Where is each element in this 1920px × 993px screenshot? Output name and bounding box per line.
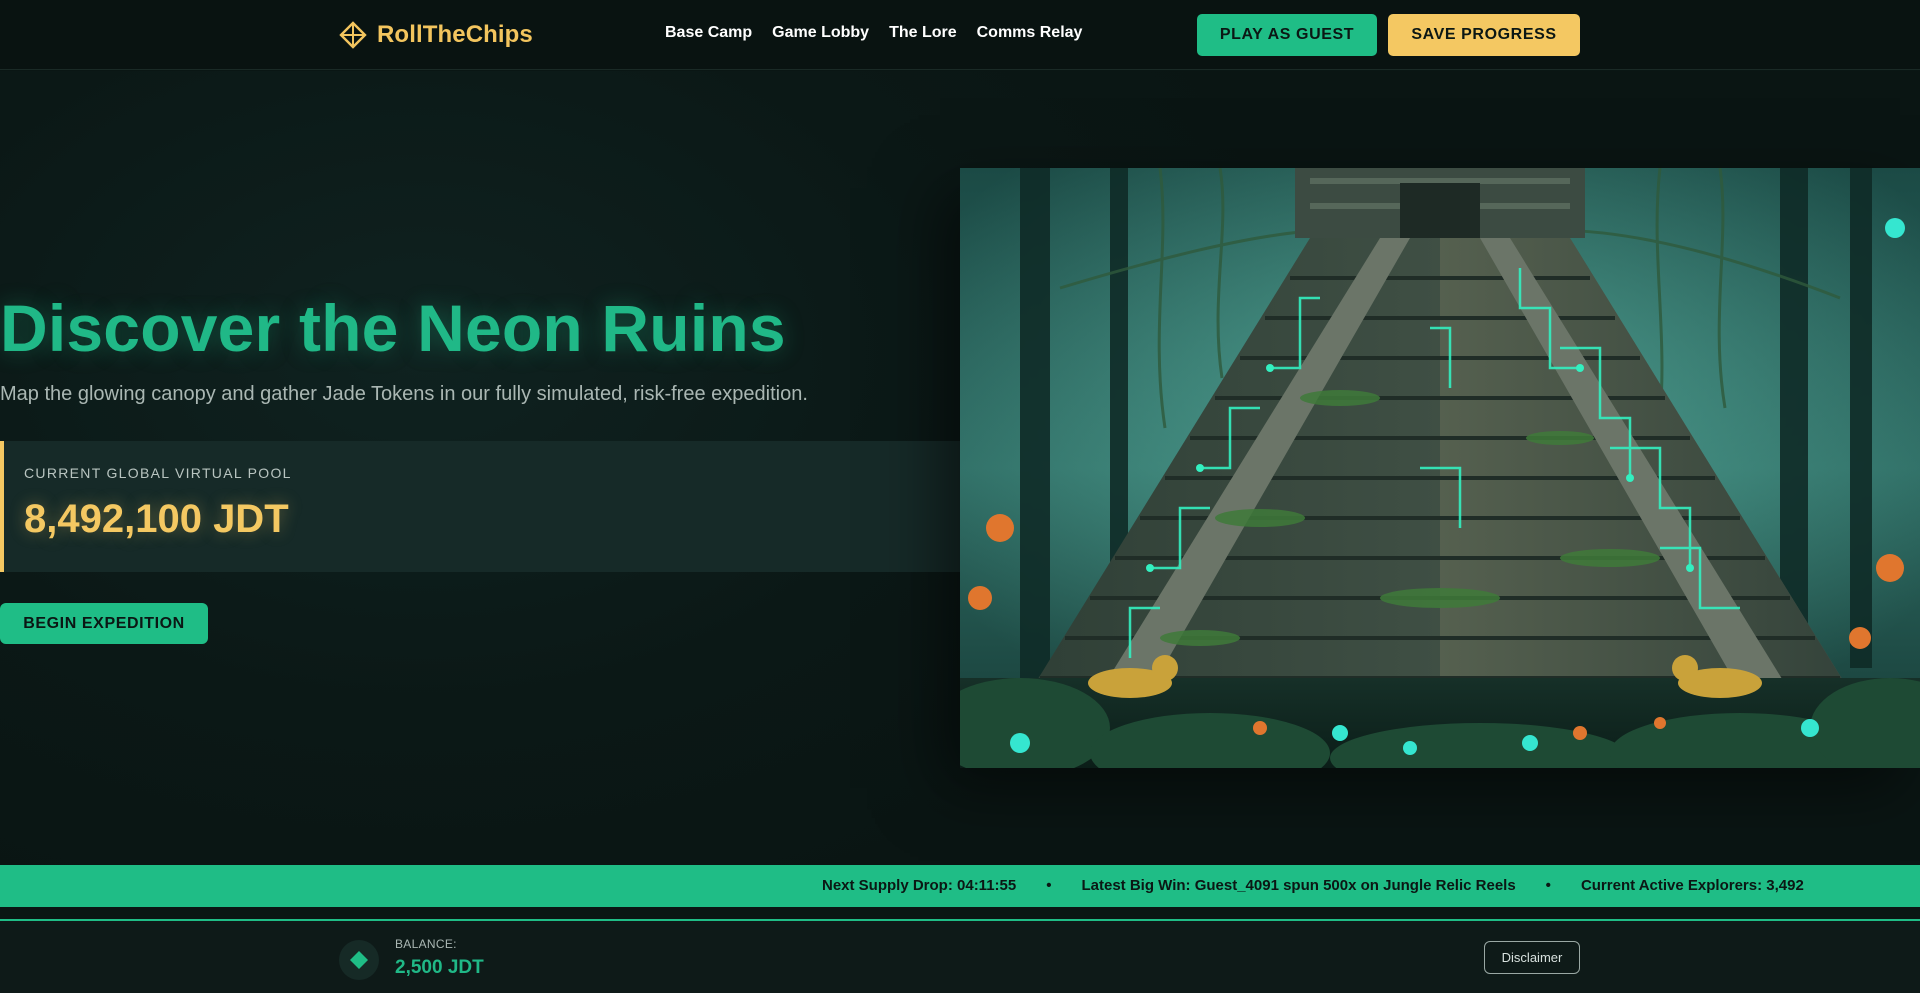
- main-nav: Base Camp Game Lobby The Lore Comms Rela…: [665, 24, 1082, 42]
- brand-name: RollTheChips: [377, 21, 533, 48]
- hero-subtitle: Map the glowing canopy and gather Jade T…: [0, 383, 808, 405]
- neon-jungle-pyramid-illustration: [960, 168, 1920, 768]
- nav-item-game-lobby[interactable]: Game Lobby: [772, 24, 869, 42]
- ticker-item-big-win: Latest Big Win: Guest_4091 spun 500x on …: [1081, 877, 1516, 894]
- disclaimer-button[interactable]: Disclaimer: [1484, 941, 1580, 974]
- balance-footer: BALANCE: 2,500 JDT Disclaimer: [0, 919, 1920, 993]
- news-ticker: Next Supply Drop: 04:11:55 • Latest Big …: [0, 865, 1920, 907]
- ticker-content: Next Supply Drop: 04:11:55 • Latest Big …: [822, 877, 1804, 894]
- save-progress-button[interactable]: SAVE PROGRESS: [1388, 14, 1580, 56]
- balance-label: BALANCE:: [395, 937, 457, 951]
- ticker-separator: •: [1545, 877, 1551, 894]
- play-as-guest-button[interactable]: PLAY AS GUEST: [1197, 14, 1377, 56]
- pool-label: CURRENT GLOBAL VIRTUAL POOL: [24, 465, 292, 481]
- begin-expedition-button[interactable]: BEGIN EXPEDITION: [0, 603, 208, 644]
- nav-item-base-camp[interactable]: Base Camp: [665, 24, 752, 42]
- virtual-pool-card: CURRENT GLOBAL VIRTUAL POOL 8,492,100 JD…: [0, 441, 960, 572]
- diamond-compass-icon: [339, 21, 367, 49]
- ticker-item-active-explorers: Current Active Explorers: 3,492: [1580, 877, 1804, 894]
- pool-value: 8,492,100 JDT: [24, 497, 289, 541]
- nav-item-the-lore[interactable]: The Lore: [889, 24, 957, 42]
- nav-item-comms-relay[interactable]: Comms Relay: [977, 24, 1083, 42]
- ticker-separator: •: [1046, 877, 1052, 894]
- brand-logo[interactable]: RollTheChips: [339, 18, 533, 52]
- top-header: RollTheChips Base Camp Game Lobby The Lo…: [0, 0, 1920, 70]
- hero-title: Discover the Neon Ruins: [0, 291, 786, 365]
- ticker-item-supply-drop: Next Supply Drop: 04:11:55: [822, 877, 1017, 894]
- jade-diamond-icon: [339, 940, 379, 980]
- balance-value: 2,500 JDT: [395, 957, 484, 978]
